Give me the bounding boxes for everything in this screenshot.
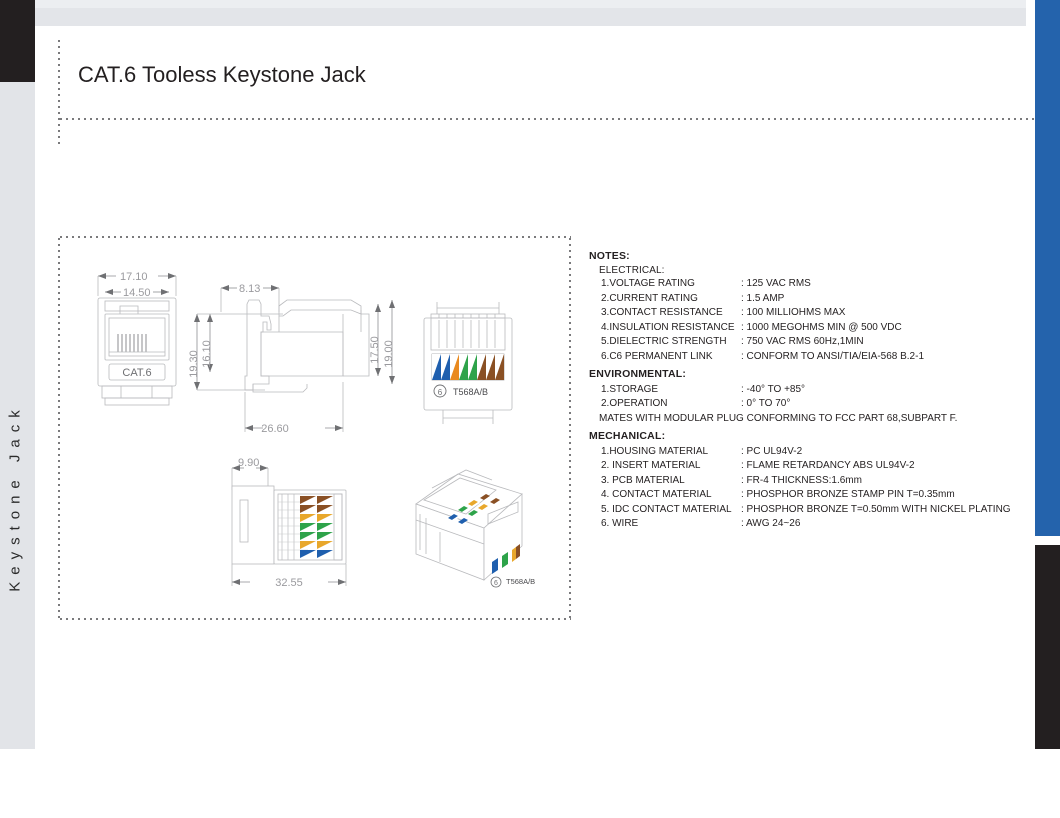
spec-row: 1.STORAGE : -40° TO +85°: [589, 383, 1039, 396]
page-title: CAT.6 Tooless Keystone Jack: [78, 62, 366, 87]
iso-view-cat-badge: 6: [494, 580, 498, 587]
title-bottom-dotted-rule: [58, 118, 1036, 120]
frame-border-right: [569, 236, 571, 620]
spec-row: 3.CONTACT RESISTANCE : 100 MILLIOHMS MAX: [589, 306, 1039, 319]
spec-key: 1.STORAGE: [601, 383, 659, 395]
spec-key: 3.CONTACT RESISTANCE: [601, 307, 723, 318]
notes-panel: NOTES: ELECTRICAL: 1.VOLTAGE RATING : 12…: [589, 250, 1039, 532]
spec-value: : 1000 MEGOHMS MIN @ 500 VDC: [741, 321, 902, 333]
environmental-footnote: MATES WITH MODULAR PLUG CONFORMING TO FC…: [599, 412, 958, 424]
notes-heading: NOTES:: [589, 250, 630, 262]
iso-view-drawing: 6 T568A/B: [415, 469, 535, 588]
spec-value: : -40° TO +85°: [741, 383, 806, 395]
dim-16-10: 16.10: [201, 340, 213, 368]
rear-view-cat-badge: 6: [438, 388, 443, 397]
top-view-drawing: 9.90 32.55: [231, 457, 347, 589]
spec-key: 2.CURRENT RATING: [601, 292, 698, 304]
frame-border-left: [58, 236, 60, 620]
top-band: [0, 0, 1060, 26]
dim-17-50: 17.50: [369, 336, 381, 364]
spec-row: 6.C6 PERMANENT LINK : CONFORM TO ANSI/TI…: [589, 350, 1039, 363]
front-view-cat6-label: CAT.6: [122, 367, 151, 379]
spec-key: 1.HOUSING MATERIAL: [601, 445, 709, 457]
dim-14-50: 14.50: [123, 287, 151, 299]
environmental-list: 1.STORAGE : -40° TO +85° 2.OPERATION : 0…: [589, 383, 1039, 411]
mechanical-list: 1.HOUSING MATERIAL : PC UL94V-2 2. INSER…: [589, 445, 1039, 531]
spec-value: : 100 MILLIOHMS MAX: [741, 307, 846, 318]
sheet: CAT.6 Tooless Keystone Jack 17.10 14.50 …: [35, 26, 1036, 749]
spec-key: 6.C6 PERMANENT LINK: [601, 350, 713, 362]
top-band-highlight: [0, 0, 1060, 8]
mechanical-heading: MECHANICAL:: [589, 429, 666, 442]
electrical-subheading: ELECTRICAL:: [599, 265, 665, 276]
spec-row: 1.HOUSING MATERIAL : PC UL94V-2: [589, 445, 1039, 458]
right-blue-rail: [1035, 0, 1060, 536]
spec-row: 5. IDC CONTACT MATERIAL : PHOSPHOR BRONZ…: [589, 503, 1039, 516]
iso-view-standard-label: T568A/B: [506, 577, 535, 586]
spec-row: 4. CONTACT MATERIAL : PHOSPHOR BRONZE ST…: [589, 488, 1039, 501]
spec-value: : CONFORM TO ANSI/TIA/EIA-568 B.2-1: [741, 350, 925, 362]
electrical-list: 1.VOLTAGE RATING : 125 VAC RMS 2.CURRENT…: [589, 277, 1039, 363]
title-zone: CAT.6 Tooless Keystone Jack: [58, 30, 1036, 146]
dim-19-00: 19.00: [383, 340, 395, 368]
spec-value: : FR-4 THICKNESS:1.6mm: [741, 474, 862, 486]
idc-color-right: [317, 496, 333, 558]
environmental-heading: ENVIRONMENTAL:: [589, 367, 687, 380]
spec-key: 1.VOLTAGE RATING: [601, 278, 695, 289]
dim-26-60: 26.60: [261, 423, 289, 435]
spec-value: : FLAME RETARDANCY ABS UL94V-2: [741, 460, 915, 471]
dim-9-90: 9.90: [238, 457, 259, 469]
drawing-frame: 17.10 14.50 CAT.6 8.13 19.30 16.10 17.50…: [58, 236, 571, 620]
spec-value: : AWG 24~26: [741, 518, 801, 529]
spec-row: 3. PCB MATERIAL : FR-4 THICKNESS:1.6mm: [589, 474, 1039, 487]
left-rail: [0, 82, 35, 749]
spec-row: 6. WIRE : AWG 24~26: [589, 517, 1039, 530]
rear-view-standard-label: T568A/B: [453, 387, 488, 397]
spec-row: 2.OPERATION : 0° TO 70°: [589, 397, 1039, 410]
spec-value: : 750 VAC RMS 60Hz,1MIN: [741, 336, 864, 347]
title-left-dotted-rule: [58, 38, 60, 146]
spec-row: 5.DIELECTRIC STRENGTH : 750 VAC RMS 60Hz…: [589, 335, 1039, 348]
spec-key: 6. WIRE: [601, 518, 639, 529]
spec-key: 5. IDC CONTACT MATERIAL: [601, 503, 732, 515]
top-left-dark-block: [0, 0, 35, 82]
idc-color-left: [300, 496, 316, 558]
spec-key: 4. CONTACT MATERIAL: [601, 489, 712, 500]
spec-value: : PHOSPHOR BRONZE T=0.50mm WITH NICKEL P…: [741, 503, 1011, 515]
spec-row: 4.INSULATION RESISTANCE : 1000 MEGOHMS M…: [589, 321, 1039, 334]
spec-key: 4.INSULATION RESISTANCE: [601, 321, 735, 333]
spec-value: : 1.5 AMP: [741, 292, 785, 304]
spec-value: : 0° TO 70°: [741, 398, 791, 409]
spec-key: 3. PCB MATERIAL: [601, 474, 685, 486]
spec-row: 2. INSERT MATERIAL : FLAME RETARDANCY AB…: [589, 459, 1039, 472]
frame-border-bottom: [58, 618, 571, 620]
spec-value: : 125 VAC RMS: [741, 278, 811, 289]
dim-8-13: 8.13: [239, 283, 260, 295]
spec-key: 2. INSERT MATERIAL: [601, 460, 701, 471]
spec-row: 1.VOLTAGE RATING : 125 VAC RMS: [589, 277, 1039, 290]
dim-32-55: 32.55: [275, 577, 303, 589]
dim-17-10: 17.10: [120, 271, 148, 283]
spec-value: : PHOSPHOR BRONZE STAMP PIN T=0.35mm: [741, 489, 955, 500]
rear-view-drawing: 6 T568A/B: [423, 302, 513, 424]
spec-value: : PC UL94V-2: [741, 445, 803, 457]
frame-border-top: [58, 236, 571, 238]
side-view-drawing: 8.13 19.30 16.10 17.50 19.00 26.60: [188, 283, 395, 435]
spec-row: 2.CURRENT RATING : 1.5 AMP: [589, 292, 1039, 305]
datasheet-page: Keystone Jack CAT.6 Tooless Keystone Jac…: [0, 0, 1060, 749]
spec-key: 2.OPERATION: [601, 398, 668, 409]
spec-key: 5.DIELECTRIC STRENGTH: [601, 336, 727, 347]
dim-19-30: 19.30: [188, 350, 200, 378]
bottom-right-dark-block: [1035, 545, 1060, 749]
